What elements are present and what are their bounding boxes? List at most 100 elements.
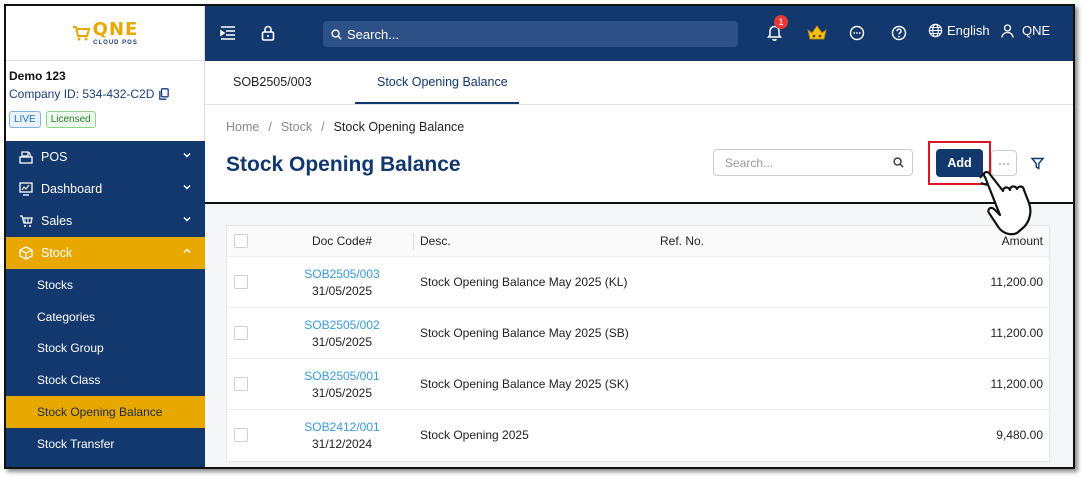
header-doc-code[interactable]: Doc Code#: [287, 234, 397, 248]
chevron-up-icon: [183, 248, 191, 253]
licensed-badge: Licensed: [45, 111, 96, 128]
sidebar-subitem-stock-class[interactable]: Stock Class: [6, 364, 205, 396]
table-row[interactable]: SOB2505/002 31/05/2025 Stock Opening Bal…: [227, 308, 1049, 359]
chevron-down-icon: [183, 185, 191, 190]
tab-sob2505-003[interactable]: SOB2505/003: [233, 75, 312, 89]
pointer-hand-icon: [979, 170, 1032, 236]
chevron-down-icon: [183, 217, 191, 222]
sidebar-item-dashboard[interactable]: Dashboard: [6, 173, 205, 205]
logo-subtext: CLOUD POS: [93, 39, 138, 46]
breadcrumb: Home / Stock / Stock Opening Balance: [226, 120, 464, 134]
table-row[interactable]: SOB2412/001 31/12/2024 Stock Opening 202…: [227, 410, 1049, 461]
row-checkbox[interactable]: [234, 377, 248, 391]
box-icon: [18, 245, 34, 261]
doc-desc: Stock Opening Balance May 2025 (SB): [420, 326, 629, 340]
breadcrumb-current: Stock Opening Balance: [333, 120, 465, 134]
notification-badge: 1: [774, 15, 788, 29]
documents-table: Doc Code# Desc. Ref. No. Amount SOB2505/…: [226, 225, 1050, 462]
select-all-checkbox[interactable]: [234, 234, 248, 248]
doc-desc: Stock Opening 2025: [420, 428, 529, 442]
chevron-down-icon: [183, 153, 191, 158]
language-label: English: [947, 23, 990, 38]
search-icon: [331, 28, 342, 40]
doc-desc: Stock Opening Balance May 2025 (SK): [420, 377, 629, 391]
row-checkbox[interactable]: [234, 275, 248, 289]
add-button[interactable]: Add: [936, 149, 983, 177]
doc-amount: 11,200.00: [990, 275, 1044, 289]
sidebar-subitem-stock-group[interactable]: Stock Group: [6, 333, 205, 365]
help-icon[interactable]: [889, 23, 909, 43]
app-window: QNE CLOUD POS 1: [4, 4, 1075, 469]
language-selector[interactable]: English: [928, 23, 990, 38]
header-desc[interactable]: Desc.: [420, 234, 451, 248]
sidebar-item-sales[interactable]: Sales: [6, 205, 205, 237]
menu-collapse-icon[interactable]: [218, 23, 238, 43]
sidebar-subitem-stock-opening-balance[interactable]: Stock Opening Balance: [6, 396, 205, 428]
crown-mascot-icon[interactable]: [805, 23, 829, 43]
sidebar-item-stock[interactable]: Stock: [6, 237, 205, 269]
column-separator: [413, 233, 414, 250]
doc-code-link[interactable]: SOB2412/001: [287, 419, 397, 436]
main-content: SOB2505/003 Stock Opening Balance Home /…: [205, 61, 1073, 467]
globe-icon: [928, 23, 943, 38]
doc-amount: 11,200.00: [990, 377, 1044, 391]
user-icon: [1001, 23, 1014, 38]
doc-desc: Stock Opening Balance May 2025 (KL): [420, 275, 628, 289]
page-title: Stock Opening Balance: [226, 153, 461, 176]
sidebar-subitem-categories[interactable]: Categories: [6, 301, 205, 333]
pos-icon: [18, 149, 34, 165]
sidebar-item-label: Sales: [41, 214, 73, 228]
logo: QNE CLOUD POS: [72, 18, 139, 46]
chat-icon[interactable]: [847, 23, 867, 43]
logo-text: QNE: [92, 18, 139, 40]
doc-date: 31/05/2025: [311, 284, 373, 298]
company-name: Demo 123: [9, 69, 66, 83]
sidebar-item-pos[interactable]: POS: [6, 141, 205, 173]
table-row[interactable]: SOB2505/001 31/05/2025 Stock Opening Bal…: [227, 359, 1049, 410]
row-checkbox[interactable]: [234, 428, 248, 442]
breadcrumb-stock[interactable]: Stock: [281, 120, 312, 134]
lock-icon[interactable]: [258, 23, 278, 43]
user-menu[interactable]: QNE: [1001, 23, 1050, 38]
table-header: Doc Code# Desc. Ref. No. Amount: [227, 226, 1049, 257]
header-ref-no[interactable]: Ref. No.: [660, 234, 704, 248]
company-panel: Demo 123 Company ID: 534-432-C2D LIVE Li…: [6, 61, 205, 141]
breadcrumb-home[interactable]: Home: [226, 120, 259, 134]
logo-area[interactable]: QNE CLOUD POS: [6, 6, 205, 61]
sidebar-item-label: Dashboard: [41, 182, 103, 196]
search-icon[interactable]: [893, 157, 904, 168]
doc-code-link[interactable]: SOB2505/002: [287, 317, 397, 334]
cart-icon: [18, 213, 34, 229]
doc-date: 31/05/2025: [311, 335, 373, 349]
global-search[interactable]: [323, 21, 738, 47]
list-search[interactable]: [713, 149, 913, 176]
doc-date: 31/05/2025: [311, 386, 373, 400]
sidebar-subitem-stock-transfer[interactable]: Stock Transfer: [6, 428, 205, 460]
top-bar: QNE CLOUD POS 1: [6, 6, 1073, 61]
tab-stock-opening-balance[interactable]: Stock Opening Balance: [377, 75, 508, 89]
doc-amount: 9,480.00: [996, 428, 1043, 442]
sidebar-item-label: Stock: [41, 246, 73, 260]
sidebar-subitem-stocks[interactable]: Stocks: [6, 269, 205, 301]
row-checkbox[interactable]: [234, 326, 248, 340]
copy-icon[interactable]: [159, 88, 170, 100]
doc-code-link[interactable]: SOB2505/003: [287, 266, 397, 283]
user-label: QNE: [1022, 23, 1051, 38]
cart-logo-icon: [72, 26, 90, 41]
table-row[interactable]: SOB2505/003 31/05/2025 Stock Opening Bal…: [227, 257, 1049, 308]
active-tab-indicator: [355, 102, 519, 104]
breadcrumb-separator: /: [268, 120, 272, 134]
doc-amount: 11,200.00: [990, 326, 1044, 340]
live-badge: LIVE: [9, 111, 41, 128]
company-id: Company ID: 534-432-C2D: [9, 87, 200, 101]
list-search-input[interactable]: [725, 155, 885, 170]
company-id-label: Company ID: 534-432-C2D: [9, 87, 155, 101]
dashboard-icon: [18, 181, 34, 197]
sidebar: Demo 123 Company ID: 534-432-C2D LIVE Li…: [6, 61, 205, 467]
doc-date: 31/12/2024: [311, 437, 373, 451]
breadcrumb-separator: /: [321, 120, 325, 134]
tab-bar: SOB2505/003 Stock Opening Balance: [205, 61, 1073, 105]
global-search-input[interactable]: [347, 26, 727, 42]
doc-code-link[interactable]: SOB2505/001: [287, 368, 397, 385]
sidebar-item-label: POS: [41, 150, 68, 164]
